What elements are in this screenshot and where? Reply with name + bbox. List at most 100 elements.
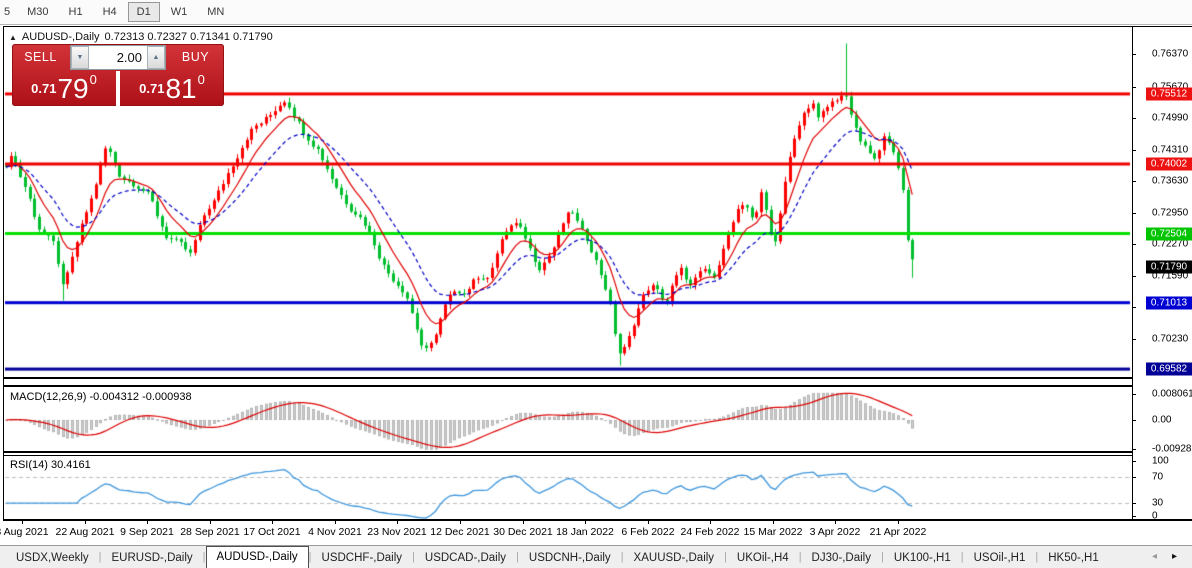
macd-window-top-border: [3, 385, 1132, 387]
main-window-bottom-border: [3, 377, 1132, 379]
date-axis-tick: [835, 520, 836, 524]
date-axis-label: 4 Nov 2021: [308, 526, 362, 538]
timeframe-button-m30[interactable]: M30: [18, 2, 57, 22]
ask-price-big-digits: 81: [165, 72, 197, 104]
tab-hk50-h1[interactable]: HK50-,H1: [1038, 549, 1109, 568]
date-axis-label: 18 Jan 2022: [556, 526, 614, 538]
rsi-axis-tick: [1132, 503, 1136, 504]
rsi-indicator-label: RSI(14) 30.4161: [10, 459, 91, 471]
tab-scroll-right-icon[interactable]: ▸: [1172, 551, 1177, 562]
price-badge: 0.71790: [1146, 260, 1192, 274]
date-axis-label: 23 Nov 2021: [367, 526, 427, 538]
timeframe-button-mn[interactable]: MN: [198, 2, 233, 22]
date-axis-label: 3 Aug 2021: [0, 526, 49, 538]
date-axis-tick: [648, 520, 649, 524]
date-axis-tick: [397, 520, 398, 524]
date-axis-tick: [335, 520, 336, 524]
rsi-axis-tick: [1132, 516, 1136, 517]
date-axis-label: 17 Oct 2021: [243, 526, 301, 538]
rsi-axis-label: 70: [1152, 471, 1164, 483]
price-badge: 0.69582: [1146, 362, 1192, 376]
date-axis-label: 22 Aug 2021: [55, 526, 115, 538]
price-axis-tick: [1132, 307, 1136, 308]
timeframe-button-h1[interactable]: H1: [60, 2, 92, 22]
date-axis-label: 6 Feb 2022: [621, 526, 675, 538]
tab-ukoil-h4[interactable]: UKOil-,H4: [727, 549, 799, 568]
tab-uk100-h1[interactable]: UK100-,H1: [884, 549, 961, 568]
rsi-axis-label: 0: [1152, 510, 1158, 522]
buy-button[interactable]: BUY: [167, 44, 224, 71]
tab-scroll-left-icon[interactable]: ◂: [1152, 551, 1157, 562]
tab-dj30-daily[interactable]: DJ30-,Daily: [802, 549, 881, 568]
tab-audusd-daily[interactable]: AUDUSD-,Daily: [205, 546, 309, 568]
price-badge: 0.71013: [1146, 296, 1192, 310]
macd-axis-tick: [1132, 420, 1136, 421]
price-axis-label: 0.70230: [1152, 333, 1189, 345]
date-axis-label: 9 Sep 2021: [120, 526, 174, 538]
bid-price-big-digits: 79: [57, 72, 89, 104]
macd-axis-label: -0.009286: [1152, 443, 1192, 455]
date-axis-tick: [85, 520, 86, 524]
price-axis-tick: [1132, 54, 1136, 55]
timeframe-button-h4[interactable]: H4: [94, 2, 126, 22]
ask-price-pipette: 0: [197, 72, 205, 87]
chart-tab-bar: USDX,Weekly | EURUSD-,Daily | AUDUSD-,Daily |…: [0, 545, 1192, 568]
date-axis-tick: [210, 520, 211, 524]
date-axis-label: 12 Dec 2021: [430, 526, 490, 538]
tab-usdchf-daily[interactable]: USDCHF-,Daily: [312, 549, 413, 568]
timeframe-button-5[interactable]: 5: [1, 2, 16, 22]
date-axis-label: 15 Mar 2022: [743, 526, 803, 538]
date-axis-tick: [460, 520, 461, 524]
timeframe-button-w1[interactable]: W1: [162, 2, 197, 22]
macd-indicator-label: MACD(12,26,9) -0.004312 -0.000938: [10, 391, 192, 403]
tab-usoil-h1[interactable]: USOil-,H1: [964, 549, 1036, 568]
date-axis-label: 21 Apr 2022: [869, 526, 927, 538]
macd-axis-label: 0.00: [1152, 414, 1172, 426]
date-axis-label: 3 Apr 2022: [809, 526, 861, 538]
rsi-window-bottom-border: [3, 519, 1192, 521]
tab-usdx-weekly[interactable]: USDX,Weekly: [6, 549, 99, 568]
price-axis-tick: [1132, 244, 1136, 245]
rsi-axis-tick: [1132, 461, 1136, 462]
price-axis-separator: [1132, 26, 1133, 520]
tab-usdcad-daily[interactable]: USDCAD-,Daily: [415, 549, 516, 568]
price-badge: 0.72504: [1146, 227, 1192, 241]
price-axis-tick: [1132, 276, 1136, 277]
price-badge: 0.74002: [1146, 157, 1192, 171]
chart-top-border: [3, 26, 1192, 27]
price-axis-tick: [1132, 339, 1136, 340]
macd-axis-label: 0.008061: [1152, 388, 1192, 400]
volume-decrease-button[interactable]: ▼: [71, 46, 89, 69]
chart-symbol-period: AUDUSD-,Daily: [21, 31, 100, 43]
date-axis-tick: [585, 520, 586, 524]
collapse-triangle-icon[interactable]: ▲: [9, 33, 17, 42]
ask-price-panel[interactable]: 0.71 81 0: [120, 71, 224, 106]
one-click-trading-widget: SELL BUY ▼ ▲ 0.71 79 0 0.71 81 0: [12, 44, 224, 106]
volume-increase-button[interactable]: ▲: [147, 46, 165, 69]
tab-usdcnh-daily[interactable]: USDCNH-,Daily: [519, 549, 621, 568]
tab-eurusd-daily[interactable]: EURUSD-,Daily: [102, 549, 203, 568]
date-axis-label: 24 Feb 2022: [680, 526, 740, 538]
date-axis-tick: [523, 520, 524, 524]
chart-left-border: [3, 26, 4, 520]
price-axis-label: 0.73630: [1152, 175, 1189, 187]
bid-price-panel[interactable]: 0.71 79 0: [12, 71, 116, 106]
date-axis-label: 28 Sep 2021: [180, 526, 240, 538]
price-axis-tick: [1132, 213, 1136, 214]
price-axis-tick: [1132, 118, 1136, 119]
sell-button[interactable]: SELL: [12, 44, 69, 71]
mt4-terminal: 5 M30 H1 H4 D1 W1 MN ▲ AUDUSD-,Daily 0.72313 0…: [0, 0, 1192, 568]
timeframe-button-d1[interactable]: D1: [127, 2, 160, 22]
tab-xauusd-daily[interactable]: XAUUSD-,Daily: [624, 549, 725, 568]
rsi-axis-tick: [1132, 477, 1136, 478]
macd-axis-tick: [1132, 449, 1136, 450]
chart-title: ▲ AUDUSD-,Daily 0.72313 0.72327 0.71341 …: [9, 31, 273, 43]
date-axis-tick: [22, 520, 23, 524]
date-axis-label: 30 Dec 2021: [493, 526, 553, 538]
date-axis-tick: [710, 520, 711, 524]
rsi-axis-label: 30: [1152, 497, 1164, 509]
macd-axis-tick: [1132, 394, 1136, 395]
rsi-axis-label: 100: [1152, 455, 1169, 467]
volume-input[interactable]: [89, 46, 147, 69]
date-axis-tick: [272, 520, 273, 524]
